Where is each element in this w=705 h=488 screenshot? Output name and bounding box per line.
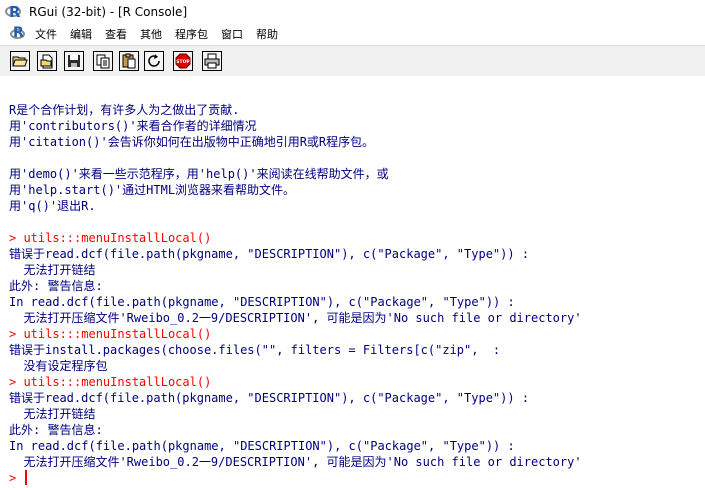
menu-help[interactable]: 帮助 bbox=[256, 26, 278, 42]
console-line: > utils:::menuInstallLocal() bbox=[9, 231, 212, 245]
load-file-icon bbox=[40, 54, 53, 69]
console-line: In read.dcf(file.path(pkgname, "DESCRIPT… bbox=[9, 295, 515, 309]
stop-label: STOP bbox=[176, 59, 190, 65]
console-line: > utils:::menuInstallLocal() bbox=[9, 327, 212, 341]
console-line: 错误于read.dcf(file.path(pkgname, "DESCRIPT… bbox=[9, 247, 530, 261]
window-title: RGui (32-bit) - [R Console] bbox=[29, 5, 188, 19]
console-line: 没有设定程序包 bbox=[9, 359, 108, 373]
load-workspace-button[interactable] bbox=[37, 51, 57, 71]
open-script-button[interactable] bbox=[10, 51, 30, 71]
console-line: 此外: 警告信息: bbox=[9, 423, 103, 437]
stop-icon: STOP bbox=[175, 53, 191, 69]
paste-button[interactable] bbox=[119, 51, 139, 71]
refresh-icon bbox=[148, 54, 160, 67]
console-line: 用'citation()'会告诉你如何在出版物中正确地引用R或R程序包。 bbox=[9, 135, 375, 149]
text-cursor bbox=[25, 470, 27, 485]
copy-button[interactable] bbox=[93, 51, 113, 71]
folder-open-icon bbox=[12, 56, 28, 67]
save-workspace-button[interactable] bbox=[64, 51, 84, 71]
menu-edit[interactable]: 编辑 bbox=[70, 26, 92, 42]
console-line: 错误于read.dcf(file.path(pkgname, "DESCRIPT… bbox=[9, 391, 530, 405]
toolbar: STOP bbox=[0, 45, 705, 77]
console-line: 用'contributors()'来看合作者的详细情况 bbox=[9, 119, 257, 133]
console-line: In read.dcf(file.path(pkgname, "DESCRIPT… bbox=[9, 439, 515, 453]
menu-packages[interactable]: 程序包 bbox=[175, 26, 208, 42]
paste-icon bbox=[122, 53, 136, 69]
copy-icon bbox=[96, 54, 110, 69]
console-line: 无法打开压缩文件'Rweibo_0.2一9/DESCRIPTION', 可能是因… bbox=[9, 455, 582, 469]
r-console-icon[interactable]: R bbox=[10, 25, 26, 42]
console-line: > utils:::menuInstallLocal() bbox=[9, 375, 212, 389]
console-line: R是个合作计划，有许多人为之做出了贡献. bbox=[9, 103, 240, 117]
console-line: 此外: 警告信息: bbox=[9, 279, 103, 293]
printer-icon bbox=[204, 53, 220, 69]
console-line: 用'demo()'来看一些示范程序，用'help()'来阅读在线帮助文件，或 bbox=[9, 167, 389, 181]
r-logo-icon: R bbox=[5, 3, 23, 21]
console-line: 用'q()'退出R. bbox=[9, 199, 96, 213]
menu-misc[interactable]: 其他 bbox=[140, 26, 162, 42]
console-line: 无法打开链结 bbox=[9, 407, 96, 421]
menu-view[interactable]: 查看 bbox=[105, 26, 127, 42]
menu-file[interactable]: 文件 bbox=[35, 26, 57, 42]
console-line: 错误于install.packages(choose.files("", fil… bbox=[9, 343, 501, 357]
menu-windows[interactable]: 窗口 bbox=[221, 26, 243, 42]
print-button[interactable] bbox=[202, 51, 222, 71]
title-bar: R RGui (32-bit) - [R Console] bbox=[0, 0, 705, 24]
console-prompt: > bbox=[9, 471, 17, 485]
console-line: 无法打开链结 bbox=[9, 263, 96, 277]
stop-button[interactable]: STOP bbox=[173, 51, 193, 71]
console-line: 无法打开压缩文件'Rweibo_0.2一9/DESCRIPTION', 可能是因… bbox=[9, 311, 582, 325]
console-line: 用'help.start()'通过HTML浏览器来看帮助文件。 bbox=[9, 183, 296, 197]
menu-bar: R 文件 编辑 查看 其他 程序包 窗口 帮助 bbox=[0, 24, 705, 44]
floppy-disk-icon bbox=[68, 55, 80, 67]
copy-paste-button[interactable] bbox=[144, 51, 164, 71]
